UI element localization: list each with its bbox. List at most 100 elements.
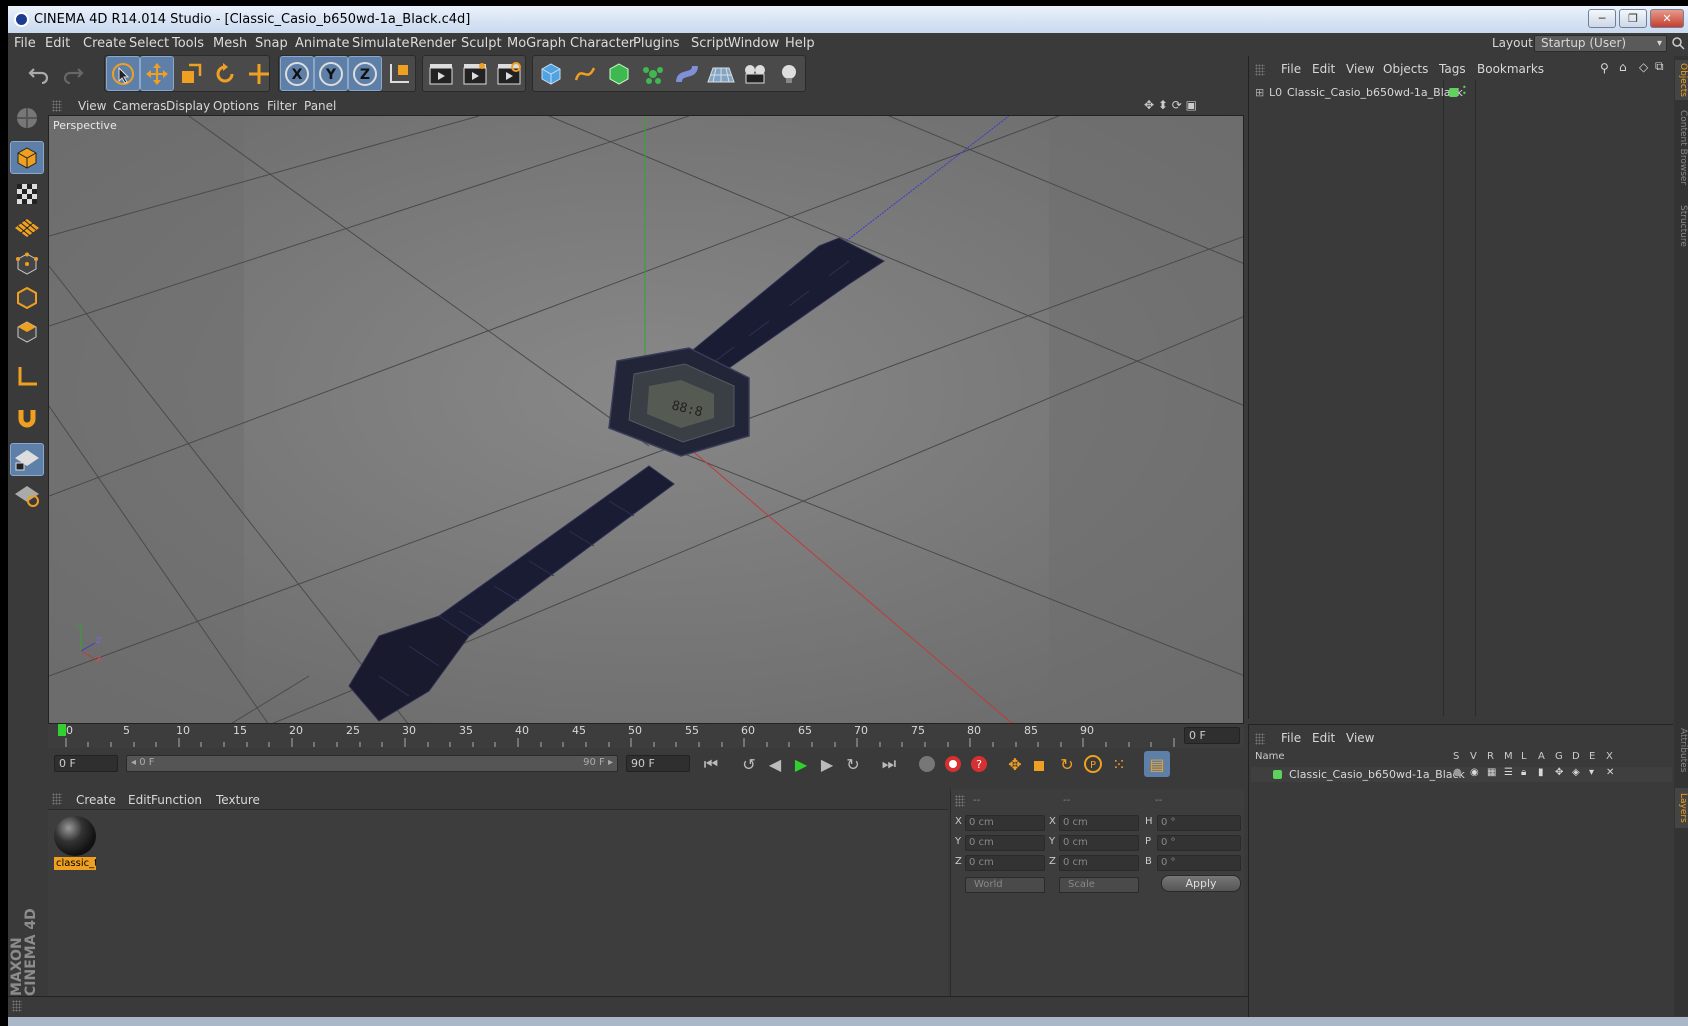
objects-menu-tags[interactable]: Tags — [1439, 62, 1466, 76]
objects-menu-view[interactable]: View — [1346, 62, 1374, 76]
pos-y-field[interactable]: 0 cm — [965, 835, 1045, 851]
menu-mograph[interactable]: MoGraph — [507, 36, 566, 51]
undo-icon[interactable] — [22, 56, 56, 91]
close-button[interactable]: ✕ — [1650, 9, 1684, 28]
search-icon[interactable] — [1672, 37, 1685, 50]
material-menu-edit[interactable]: Edit — [128, 793, 151, 807]
locked-workplane-icon[interactable] — [10, 443, 44, 476]
view-toggle-icon[interactable]: ◉ — [1470, 767, 1479, 778]
minimize-button[interactable]: ─ — [1588, 9, 1616, 28]
xref-toggle-icon[interactable]: ✕ — [1606, 767, 1614, 778]
manager-toggle-icon[interactable]: ☰ — [1504, 767, 1513, 778]
layers-menu-view[interactable]: View — [1346, 731, 1374, 745]
make-editable-icon[interactable] — [10, 101, 44, 134]
snap-magnet-icon[interactable] — [10, 401, 44, 434]
menu-mesh[interactable]: Mesh — [213, 36, 247, 51]
lock-toggle-icon[interactable]: 🔒︎ — [1521, 767, 1526, 778]
visibility-dots-icon[interactable]: • • — [1462, 84, 1467, 98]
deformer-icon[interactable] — [670, 56, 704, 91]
menu-edit[interactable]: Edit — [45, 36, 70, 51]
previous-key-icon[interactable]: ↺ — [736, 751, 762, 777]
redo-icon[interactable] — [56, 56, 90, 91]
viewport-menu-view[interactable]: View — [78, 99, 106, 113]
size-mode-dropdown[interactable]: Scale — [1059, 877, 1139, 893]
material-menu-function[interactable]: Function — [151, 793, 202, 807]
panel-grip[interactable] — [1255, 733, 1265, 745]
new-view-icon[interactable]: ⧉ — [1655, 59, 1664, 74]
pos-z-field[interactable]: 0 cm — [965, 855, 1045, 871]
z-axis-lock-button[interactable]: Z — [348, 56, 382, 91]
back-icon[interactable]: ◇ — [1639, 60, 1648, 74]
restore-button[interactable]: ❐ — [1619, 9, 1647, 28]
panel-grip[interactable] — [52, 793, 62, 805]
rotate-tool-icon[interactable] — [208, 56, 242, 91]
coordinate-system-icon[interactable] — [382, 56, 416, 91]
menu-select[interactable]: Select — [129, 36, 169, 51]
render-picture-viewer-icon[interactable] — [458, 56, 492, 91]
floor-object-icon[interactable] — [704, 56, 738, 91]
workplane-mode-icon[interactable] — [10, 211, 44, 244]
object-row[interactable]: Classic_Casio_b650wd-1a_Black — [1253, 86, 1463, 102]
key-pla-icon[interactable]: ⁙ — [1106, 751, 1132, 777]
move-tool-icon[interactable] — [140, 56, 174, 91]
render-toggle-icon[interactable]: ▦ — [1487, 767, 1496, 778]
orbit-view-icon[interactable]: ⟳ — [1172, 98, 1182, 112]
tab-structure[interactable]: Structure — [1675, 200, 1688, 252]
menu-character[interactable]: Character — [570, 36, 634, 51]
light-object-icon[interactable] — [772, 56, 806, 91]
record-keys-icon[interactable] — [914, 751, 940, 777]
layout-dropdown[interactable]: Startup (User) — [1534, 35, 1667, 52]
model-mode-icon[interactable] — [10, 141, 44, 174]
rot-h-field[interactable]: 0 ° — [1157, 815, 1241, 831]
y-axis-lock-button[interactable]: Y — [314, 56, 348, 91]
menu-help[interactable]: Help — [785, 36, 815, 51]
start-frame-field[interactable]: 0 F — [54, 755, 118, 772]
tab-objects[interactable]: Objects — [1675, 60, 1688, 100]
menu-create[interactable]: Create — [83, 36, 126, 51]
panel-grip[interactable] — [52, 100, 62, 112]
layer-row[interactable]: Classic_Casio_b650wd-1a_Black ● ◉ ▦ ☰ 🔒︎… — [1251, 767, 1672, 782]
expressions-toggle-icon[interactable]: ▾ — [1589, 767, 1594, 778]
axis-mode-icon[interactable] — [10, 359, 44, 392]
key-parameter-icon[interactable]: P — [1080, 751, 1106, 777]
solo-toggle-icon[interactable]: ● — [1453, 767, 1462, 778]
material-menu-create[interactable]: Create — [76, 793, 116, 807]
render-view-icon[interactable] — [424, 56, 458, 91]
material-preview[interactable] — [54, 816, 96, 856]
help-icon[interactable]: ? — [966, 751, 992, 777]
size-y-field[interactable]: 0 cm — [1059, 835, 1139, 851]
viewport-menu-panel[interactable]: Panel — [304, 99, 336, 113]
perspective-viewport[interactable]: 88:8 Perspective Y Z X — [48, 115, 1244, 724]
key-rotation-icon[interactable]: ↻ — [1054, 751, 1080, 777]
timeline-window-icon[interactable]: ▤ — [1144, 751, 1170, 777]
search-icon[interactable]: ⚲ — [1600, 61, 1609, 75]
go-to-end-icon[interactable]: ⏭ — [876, 751, 902, 777]
objects-menu-edit[interactable]: Edit — [1312, 62, 1335, 76]
layer-color-swatch[interactable] — [1273, 770, 1282, 779]
polygons-mode-icon[interactable] — [10, 315, 44, 348]
timeline-ruler[interactable]: 0 5 10 15 20 25 30 35 40 45 50 55 60 65 … — [48, 724, 1244, 748]
live-selection-icon[interactable] — [106, 56, 140, 91]
cloner-icon[interactable] — [636, 56, 670, 91]
layer-color-swatch[interactable] — [1449, 88, 1458, 97]
menu-simulate[interactable]: Simulate — [352, 36, 409, 51]
playhead-marker[interactable] — [58, 724, 66, 736]
layers-menu-file[interactable]: File — [1281, 731, 1301, 745]
planar-workplane-icon[interactable] — [10, 479, 44, 512]
spline-pen-icon[interactable] — [568, 56, 602, 91]
edges-mode-icon[interactable] — [10, 281, 44, 314]
material-name[interactable]: classic_t — [54, 857, 96, 870]
key-position-icon[interactable]: ✥ — [1002, 751, 1028, 777]
camera-object-icon[interactable] — [738, 56, 772, 91]
scale-tool-icon[interactable] — [174, 56, 208, 91]
coordinate-mode-dropdown[interactable]: World — [965, 877, 1045, 893]
menu-tools[interactable]: Tools — [172, 36, 204, 51]
next-key-icon[interactable]: ↻ — [840, 751, 866, 777]
deformers-toggle-icon[interactable]: ◈ — [1572, 767, 1580, 778]
points-mode-icon[interactable] — [10, 247, 44, 280]
auto-keying-icon[interactable] — [940, 751, 966, 777]
previous-frame-icon[interactable]: ◀ — [762, 751, 788, 777]
menu-snap[interactable]: Snap — [255, 36, 288, 51]
menu-plugins[interactable]: Plugins — [633, 36, 680, 51]
transform-tool-icon[interactable] — [242, 56, 276, 91]
